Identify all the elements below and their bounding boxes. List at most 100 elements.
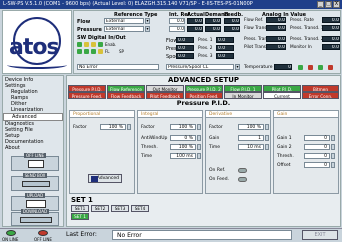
derivative-time-input[interactable]: 10 ms [238,144,264,150]
minimize-button[interactable]: _ [317,1,324,8]
led-green [77,42,82,47]
tab-flow-pid-1[interactable]: Flow P.I.D. 1 [224,85,262,92]
tab-flow-feedback[interactable]: Flow Feedback [107,92,145,99]
status-led-icon [328,65,333,70]
gain-thresh-input[interactable]: 0 [304,153,330,159]
tab-pressure-feed[interactable]: Pressure Feed. [68,92,106,99]
flow-ref-type-select[interactable]: External [104,18,144,24]
tab-bitmen[interactable]: Bitmen [302,85,339,92]
set3-button[interactable]: SET3 [111,205,129,212]
analog-label: Monitor In [290,45,312,50]
pressure-int-ref[interactable]: 0.0 [169,26,185,32]
pres2-label: Pres. 2 [198,46,213,51]
spin-icon[interactable] [331,135,335,141]
chevron-down-icon[interactable]: ▾ [235,64,240,70]
close-button[interactable]: X [333,1,340,8]
upload-button-label: UPLOAD [24,193,46,198]
pres2-value: 0.0 [216,45,234,51]
spin-icon[interactable] [197,135,201,141]
set1-button[interactable]: SET1 [71,205,89,212]
spin-icon[interactable] [331,144,335,150]
sendbox-button[interactable]: SEND BOX [11,173,59,191]
section-title: Pressure P.I.D. [176,99,231,107]
on-feed-toggle[interactable] [238,177,247,182]
status-led-icon [298,65,303,70]
tab-pilot-pid[interactable]: Pilot P.I.D. [263,85,301,92]
analog-label: Press. Transd. 1 [290,26,324,31]
sidebar-item-about[interactable]: About [3,145,63,151]
pressure-actual: 0.0 [187,26,203,32]
spool-value: 0.0 [176,53,194,59]
proportional-factor-input[interactable]: 100 % [100,124,126,130]
gain-thresh-label: Thresh. [277,154,294,159]
offline-button[interactable]: OFF LINE [11,153,59,171]
spin-icon[interactable] [265,124,269,130]
chevron-down-icon[interactable]: ▾ [145,18,150,24]
flow-demand: 0.0 [205,18,221,24]
tab-flow-reference[interactable]: Flow Reference [107,85,145,92]
spin-icon[interactable] [265,135,269,141]
thresh-input[interactable]: 100 % [170,144,196,150]
download-button-label: DOWNLOAD [20,209,50,214]
tab-out-monitor[interactable]: Out Monitor [146,85,184,92]
spin-icon[interactable] [331,153,335,159]
derivative-factor-input[interactable]: 100 % [238,124,264,130]
tab-position-feed[interactable]: Position Feed. [185,92,223,99]
tab-in-monitor[interactable]: In Monitor [224,92,262,99]
tab-current[interactable]: Current [263,92,301,99]
last-error-label: Last Error: [66,231,97,238]
flow-label: Flow [77,19,91,25]
proportional-panel: Proportional Factor 100 % Advanced [69,110,135,194]
spin-icon[interactable] [265,144,269,150]
set-selector: SET 1 SET1 SET2 SET3 SET4 SET 1 [67,196,340,224]
tab-pilot-feedback[interactable]: Pilot Feedback [146,92,184,99]
spin-icon[interactable] [127,124,131,130]
chevron-down-icon[interactable]: ▾ [145,26,150,32]
temperature-value: 0 [274,64,292,70]
pres3-value: 0.0 [216,53,234,59]
analog-label: Press. Rate [290,18,314,23]
gain-label: Gain [209,136,220,141]
spin-icon[interactable] [331,162,335,168]
temperature-label: Temperature [244,65,273,70]
integral-factor-input[interactable]: 100 % [170,124,196,130]
thresh-label: Thresh. [141,145,158,150]
maximize-button[interactable]: □ [325,1,332,8]
offline-label: OFF LINE [34,237,52,242]
analog-label: Flow Ref. [244,18,264,23]
download-button[interactable]: DOWNLOAD [11,209,59,226]
gain1-input[interactable]: 0 [304,135,330,141]
atos-logo: atos [2,10,72,74]
antiwindup-input[interactable]: 0 % [170,135,196,141]
led-green [84,49,89,54]
spin-icon[interactable] [197,144,201,150]
antiwindup-label: AntiWindUp [141,136,168,141]
analog-value: 0.0 [266,25,286,31]
mode-select[interactable]: Pressure/Spool CL [166,64,234,70]
sidebar-item-advanced[interactable]: Advanced [3,113,63,121]
analog-value: 0.0 [322,36,340,42]
advanced-button[interactable]: Advanced [88,174,122,183]
tab-error-conn[interactable]: Error Conn. [302,92,339,99]
onref-label: On Ref. [209,168,226,173]
derivative-gain-input[interactable]: 1 [238,135,264,141]
pres1-label: Pres. 1 [198,38,213,43]
exit-button[interactable]: EXIT [302,230,338,240]
offset-input[interactable]: 0 [304,162,330,168]
gain2-input[interactable]: 0 [304,144,330,150]
tab-pressure-pid-2[interactable]: Pressure P.I.D. 2 [185,85,223,92]
set2-button[interactable]: SET2 [91,205,109,212]
sd-leds: Enab. FL SP [77,42,137,60]
set4-button[interactable]: SET4 [131,205,149,212]
integral-time-input[interactable]: 100 ms [170,153,196,159]
analog-label: Press. Transd. 2 [290,37,324,42]
upload-icon [26,200,46,208]
tab-pressure-pid[interactable]: Pressure P.I.D. [68,85,106,92]
spin-icon[interactable] [197,153,201,159]
sd-label-fl: FL [105,49,110,54]
flow-int-ref[interactable]: 0.0 [169,18,185,24]
on-ref-toggle[interactable] [238,168,247,173]
pressure-ref-type-select[interactable]: External [104,26,144,32]
onfeed-label: On Feed. [209,177,229,182]
spin-icon[interactable] [197,124,201,130]
